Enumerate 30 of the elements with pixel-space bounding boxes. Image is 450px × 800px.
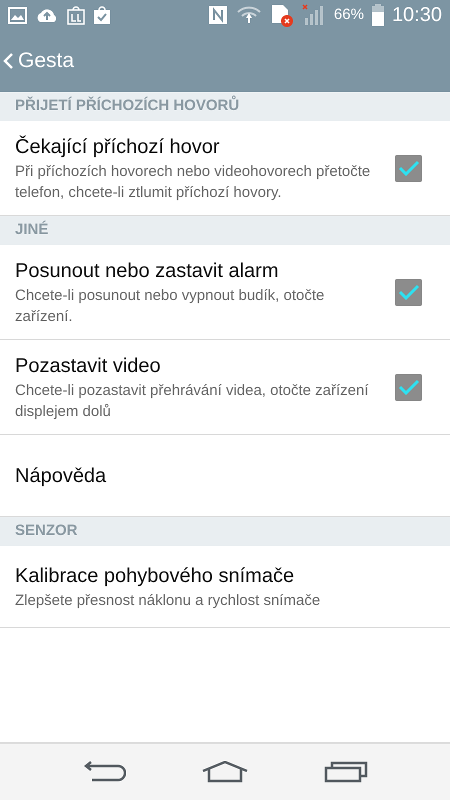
home-icon[interactable] bbox=[201, 761, 249, 783]
section-header: SENZOR bbox=[0, 517, 450, 546]
battery-percent: 66% bbox=[334, 4, 364, 25]
battery-icon bbox=[372, 4, 384, 26]
row-title: Pozastavit video bbox=[15, 354, 162, 379]
checkbox[interactable] bbox=[395, 374, 422, 400]
back-chevron-icon bbox=[2, 52, 14, 70]
recent-apps-icon[interactable] bbox=[324, 761, 368, 783]
sim-error-icon bbox=[270, 3, 294, 27]
row-title: Nápověda bbox=[15, 464, 108, 488]
signal-icon bbox=[302, 4, 326, 26]
section-header: JINÉ bbox=[0, 216, 450, 245]
row-summary: Při příchozích hovorech nebo videohovorech přetočte telefon, chcete-li ztlumit příchozí hovory. bbox=[15, 162, 372, 203]
checkbox[interactable] bbox=[395, 154, 422, 182]
row-summary: Chcete-li pozastavit přehrávání videa, otočte zařízení displejem dolů bbox=[15, 381, 370, 422]
row-title: Kalibrace pohybového snímače bbox=[15, 564, 296, 589]
bag-icon bbox=[67, 5, 85, 25]
row-summary: Zlepšete přesnost náklonu a rychlost snímače bbox=[15, 591, 322, 611]
row-title: Čekající příchozí hovor bbox=[15, 134, 221, 160]
wifi-icon bbox=[236, 5, 262, 25]
shopping-bag-icon bbox=[93, 5, 111, 25]
clock: 10:30 bbox=[392, 3, 442, 28]
back-icon[interactable] bbox=[82, 761, 126, 783]
checkbox[interactable] bbox=[395, 278, 422, 306]
nfc-icon bbox=[208, 5, 228, 25]
picture-icon bbox=[8, 6, 27, 24]
row-title: Posunout nebo zastavit alarm bbox=[15, 259, 280, 284]
row-summary: Chcete-li posunout nebo vypnout budík, otočte zařízení. bbox=[15, 286, 326, 327]
section-header: PŘIJETÍ PŘÍCHOZÍCH HOVORŮ bbox=[0, 92, 450, 121]
cloud-upload-icon bbox=[35, 7, 59, 23]
